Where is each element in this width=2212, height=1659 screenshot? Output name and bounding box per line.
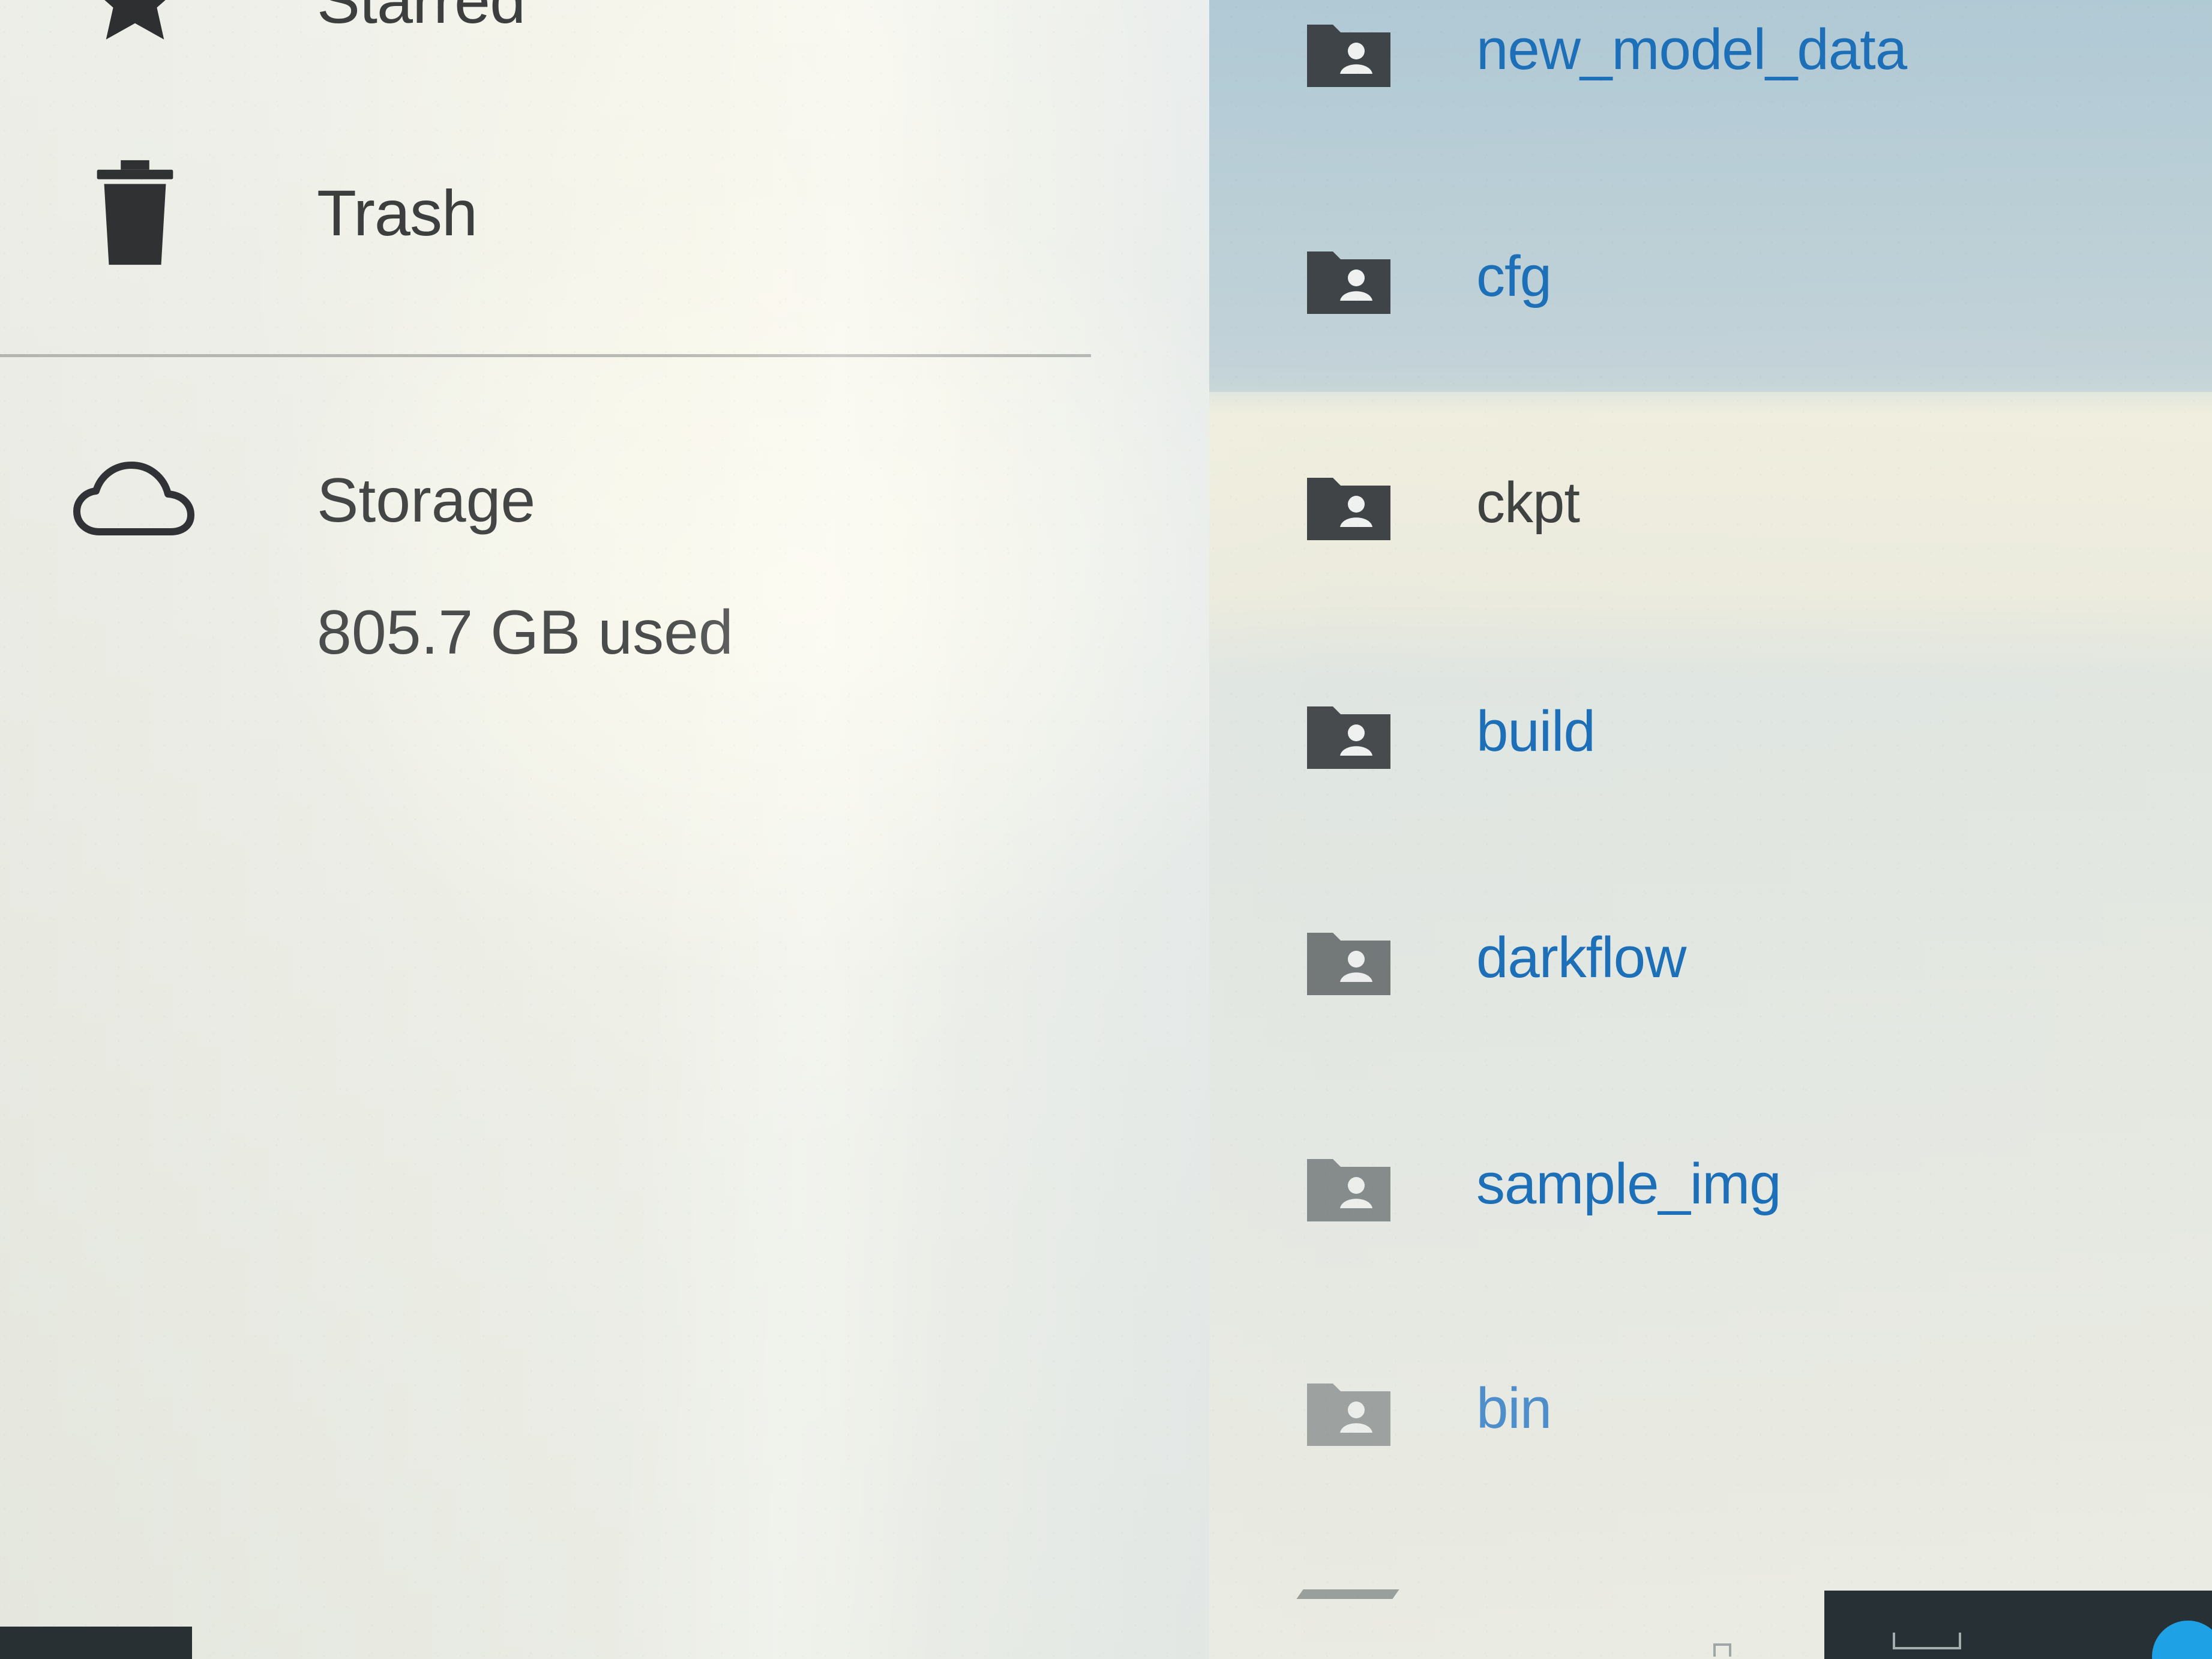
sidebar-item-label: Trash xyxy=(317,176,478,249)
file-row-bin[interactable]: bin xyxy=(1209,1347,2212,1491)
taskbar-left-edge xyxy=(0,1627,192,1659)
shared-folder-icon xyxy=(1302,1151,1395,1226)
shared-folder-icon xyxy=(1302,16,1395,92)
sidebar-item-label: Starred xyxy=(317,0,526,37)
file-row-cfg[interactable]: cfg xyxy=(1209,215,2212,359)
trash-icon xyxy=(72,149,198,275)
shared-folder-icon xyxy=(1302,1375,1395,1451)
file-name[interactable]: build xyxy=(1476,700,1596,763)
shared-folder-icon xyxy=(1302,924,1395,1000)
drive-screen: Starred Trash Storage 805.7 GB used new_… xyxy=(0,0,2212,1659)
sidebar-item-trash[interactable]: Trash xyxy=(0,140,1209,285)
star-icon xyxy=(72,0,198,63)
file-name[interactable]: cfg xyxy=(1476,245,1552,309)
file-row-new-model-data[interactable]: new_model_data xyxy=(1209,0,2212,132)
file-name[interactable]: sample_img xyxy=(1476,1152,1782,1216)
shared-folder-icon xyxy=(1302,243,1395,319)
storage-section[interactable]: Storage 805.7 GB used xyxy=(0,432,1209,684)
file-row-ckpt[interactable]: ckpt xyxy=(1209,441,2212,585)
file-name[interactable]: ckpt xyxy=(1476,471,1580,535)
cloud-icon xyxy=(71,457,197,547)
file-row-darkflow[interactable]: darkflow xyxy=(1209,896,2212,1040)
storage-used-text: 805.7 GB used xyxy=(317,598,733,667)
shared-folder-icon xyxy=(1302,698,1395,774)
file-name[interactable]: bin xyxy=(1476,1377,1552,1441)
partial-next-folder-icon xyxy=(1296,1589,1399,1599)
sidebar: Starred Trash Storage 805.7 GB used xyxy=(0,0,1209,1659)
file-name[interactable]: new_model_data xyxy=(1476,18,1907,82)
file-row-build[interactable]: build xyxy=(1209,670,2212,814)
file-name[interactable]: darkflow xyxy=(1476,926,1686,990)
window-square-icon xyxy=(1713,1643,1731,1657)
storage-label: Storage xyxy=(317,466,536,535)
sidebar-item-starred[interactable]: Starred xyxy=(0,0,1209,72)
file-row-sample-img[interactable]: sample_img xyxy=(1209,1122,2212,1266)
sidebar-divider xyxy=(0,354,1091,357)
shared-folder-icon xyxy=(1302,469,1395,545)
taskbar-window-icon[interactable] xyxy=(1893,1633,1961,1649)
